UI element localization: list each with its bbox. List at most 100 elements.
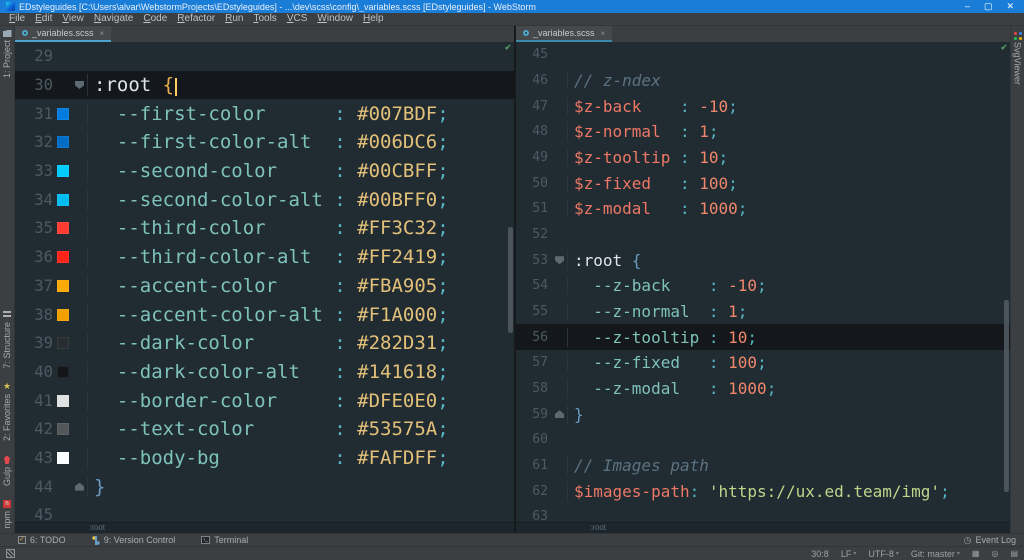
- line-number[interactable]: 32: [15, 133, 53, 151]
- line-number[interactable]: 44: [15, 478, 53, 496]
- code-line[interactable]: 57 --z-fixed : 100;: [516, 350, 1010, 376]
- line-number[interactable]: 42: [15, 420, 53, 438]
- minimize-button[interactable]: –: [965, 0, 970, 13]
- fold-close-icon[interactable]: [555, 410, 564, 418]
- color-swatch[interactable]: [57, 165, 69, 177]
- tool-window-button-terminal[interactable]: ›_Terminal: [201, 535, 248, 545]
- line-number[interactable]: 50: [516, 176, 548, 191]
- tool-window-button-npm[interactable]: nnpm: [2, 500, 12, 529]
- line-number[interactable]: 30: [15, 76, 53, 94]
- code-line[interactable]: 54 --z-back : -10;: [516, 273, 1010, 299]
- tab-close-icon[interactable]: ×: [601, 29, 606, 38]
- line-number[interactable]: 36: [15, 248, 53, 266]
- code-editor-left[interactable]: 2930:root {31 --first-color : #007BDF;32…: [15, 42, 514, 522]
- line-number[interactable]: 35: [15, 219, 53, 237]
- tool-window-button-2-favorites[interactable]: ★2: Favorites: [2, 382, 12, 441]
- color-swatch[interactable]: [57, 251, 69, 263]
- menu-code[interactable]: Code: [138, 13, 172, 25]
- line-number[interactable]: 52: [516, 227, 548, 242]
- code-line[interactable]: 59}: [516, 401, 1010, 427]
- code-line[interactable]: 46// z-ndex: [516, 68, 1010, 94]
- fold-open-icon[interactable]: [555, 256, 564, 264]
- line-number[interactable]: 55: [516, 304, 548, 319]
- tool-window-button-6-todo[interactable]: ✓6: TODO: [18, 535, 66, 545]
- fold-close-icon[interactable]: [75, 483, 84, 491]
- code-line[interactable]: 60: [516, 427, 1010, 453]
- line-number[interactable]: 57: [516, 355, 548, 370]
- code-line[interactable]: 38 --accent-color-alt : #F1A000;: [15, 300, 514, 329]
- menu-file[interactable]: File: [4, 13, 30, 25]
- code-line[interactable]: 36 --third-color-alt : #FF2419;: [15, 243, 514, 272]
- line-number[interactable]: 61: [516, 458, 548, 473]
- line-number[interactable]: 33: [15, 162, 53, 180]
- line-number[interactable]: 54: [516, 278, 548, 293]
- screen-reader-icon[interactable]: ▤: [1010, 549, 1018, 558]
- close-button[interactable]: ✕: [1006, 0, 1014, 13]
- line-number[interactable]: 43: [15, 449, 53, 467]
- line-number[interactable]: 63: [516, 509, 548, 522]
- line-number[interactable]: 58: [516, 381, 548, 396]
- code-line[interactable]: 34 --second-color-alt : #00BFF0;: [15, 185, 514, 214]
- color-swatch[interactable]: [57, 194, 69, 206]
- line-number[interactable]: 51: [516, 201, 548, 216]
- line-number[interactable]: 47: [516, 99, 548, 114]
- code-line[interactable]: 45: [15, 501, 514, 522]
- menu-run[interactable]: Run: [220, 13, 248, 25]
- tab-variables-scss-right[interactable]: _variables.scss ×: [516, 26, 612, 42]
- line-number[interactable]: 40: [15, 363, 53, 381]
- tool-window-toggle-icon[interactable]: [6, 549, 15, 558]
- color-swatch[interactable]: [57, 452, 69, 464]
- line-number[interactable]: 38: [15, 306, 53, 324]
- git-branch[interactable]: Git: master▾: [911, 549, 960, 559]
- readonly-lock-icon[interactable]: ▦: [972, 549, 980, 558]
- menu-navigate[interactable]: Navigate: [89, 13, 138, 25]
- tab-close-icon[interactable]: ×: [100, 29, 105, 38]
- code-line[interactable]: 56 --z-tooltip : 10;: [516, 324, 1010, 350]
- line-separator[interactable]: LF▾: [841, 549, 857, 559]
- maximize-button[interactable]: ▢: [984, 0, 993, 13]
- code-line[interactable]: 29: [15, 42, 514, 71]
- code-line[interactable]: 45: [516, 42, 1010, 68]
- code-line[interactable]: 49$z-tooltip : 10;: [516, 145, 1010, 171]
- caret-position[interactable]: 30:8: [811, 549, 829, 559]
- tool-window-button-1-project[interactable]: 1: Project: [2, 30, 12, 78]
- color-swatch[interactable]: [57, 309, 69, 321]
- code-line[interactable]: 37 --accent-color : #FBA905;: [15, 272, 514, 301]
- code-line[interactable]: 55 --z-normal : 1;: [516, 299, 1010, 325]
- code-line[interactable]: 48$z-normal : 1;: [516, 119, 1010, 145]
- color-swatch[interactable]: [57, 395, 69, 407]
- line-number[interactable]: 56: [516, 330, 548, 345]
- tool-window-button-9-version-control[interactable]: 9: Version Control: [92, 535, 176, 545]
- menu-vcs[interactable]: VCS: [282, 13, 313, 25]
- code-line[interactable]: 40 --dark-color-alt : #141618;: [15, 358, 514, 387]
- code-line[interactable]: 50$z-fixed : 100;: [516, 170, 1010, 196]
- code-line[interactable]: 43 --body-bg : #FAFDFF;: [15, 444, 514, 473]
- line-number[interactable]: 48: [516, 124, 548, 139]
- color-swatch[interactable]: [57, 136, 69, 148]
- code-line[interactable]: 52: [516, 222, 1010, 248]
- line-number[interactable]: 39: [15, 334, 53, 352]
- code-line[interactable]: 35 --third-color : #FF3C32;: [15, 214, 514, 243]
- scrollbar-thumb[interactable]: [508, 227, 513, 333]
- line-number[interactable]: 34: [15, 191, 53, 209]
- line-number[interactable]: 60: [516, 432, 548, 447]
- line-number[interactable]: 45: [15, 506, 53, 522]
- code-line[interactable]: 62$images-path: 'https://ux.ed.team/img'…: [516, 478, 1010, 504]
- line-number[interactable]: 41: [15, 392, 53, 410]
- line-number[interactable]: 37: [15, 277, 53, 295]
- tool-window-button-gulp[interactable]: Gulp: [2, 455, 12, 486]
- code-editor-right[interactable]: 4546// z-ndex47$z-back : -10;48$z-normal…: [516, 42, 1010, 522]
- code-line[interactable]: 42 --text-color : #53575A;: [15, 415, 514, 444]
- tab-variables-scss-left[interactable]: _variables.scss ×: [15, 26, 111, 42]
- tool-window-button-7-structure[interactable]: 7: Structure: [2, 311, 12, 369]
- code-line[interactable]: 33 --second-color : #00CBFF;: [15, 157, 514, 186]
- menu-refactor[interactable]: Refactor: [172, 13, 220, 25]
- line-number[interactable]: 53: [516, 253, 548, 268]
- code-line[interactable]: 61// Images path: [516, 453, 1010, 479]
- code-line[interactable]: 30:root {: [15, 71, 514, 100]
- code-line[interactable]: 44}: [15, 472, 514, 501]
- line-number[interactable]: 29: [15, 47, 53, 65]
- line-number[interactable]: 62: [516, 484, 548, 499]
- line-number[interactable]: 31: [15, 105, 53, 123]
- color-swatch[interactable]: [57, 366, 69, 378]
